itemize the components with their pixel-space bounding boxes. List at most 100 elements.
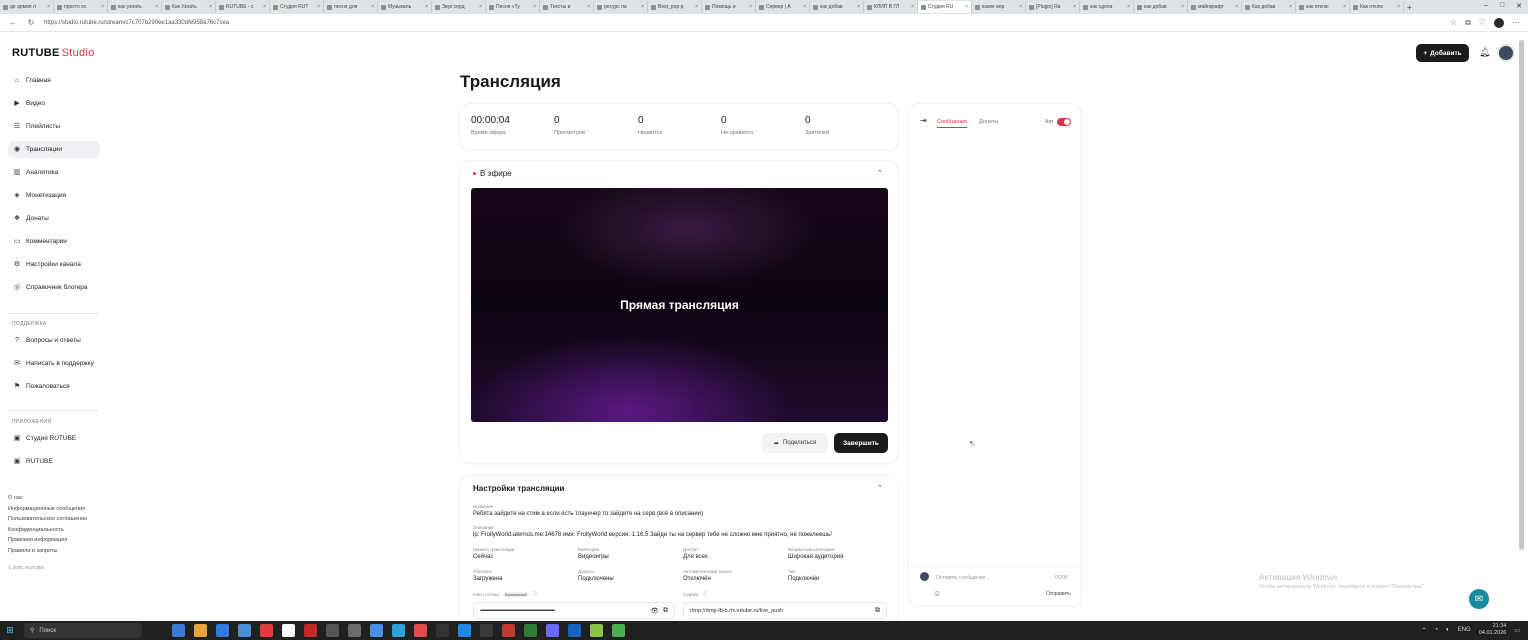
tab-close-icon[interactable]: × [1397, 4, 1400, 10]
close-window-icon[interactable]: ✕ [1516, 2, 1522, 10]
tab-close-icon[interactable]: × [803, 4, 806, 10]
tab-close-icon[interactable]: × [1235, 4, 1238, 10]
tab-close-icon[interactable]: × [587, 4, 590, 10]
clock[interactable]: 21:34 04.01.2026 [1479, 623, 1507, 637]
minimize-icon[interactable]: – [1484, 2, 1488, 10]
chat-toggle[interactable] [1057, 118, 1071, 126]
tab-close-icon[interactable]: × [911, 4, 914, 10]
browser-tab[interactable]: Студия RUT × [270, 1, 324, 13]
tab-donates[interactable]: Донаты [979, 119, 998, 125]
browser-tab[interactable]: [Plugin] Ra × [1026, 1, 1080, 13]
tab-close-icon[interactable]: × [1127, 4, 1130, 10]
taskbar-app-icon[interactable] [238, 624, 251, 637]
footer-link[interactable]: Пользовательское соглашение [8, 514, 87, 525]
browser-tab[interactable]: Музыкаль × [378, 1, 432, 13]
tab-close-icon[interactable]: × [965, 4, 968, 10]
maximize-icon[interactable]: □ [1500, 2, 1504, 10]
footer-link[interactable]: О нас [8, 493, 87, 504]
eye-icon[interactable]: 👁︎ [650, 607, 659, 615]
sidebar-item[interactable]: ⌂ Главная [8, 72, 100, 89]
taskbar-app-icon[interactable] [194, 624, 207, 637]
network-icon[interactable]: ◔ [1435, 627, 1439, 633]
tab-close-icon[interactable]: × [209, 4, 212, 10]
video-player[interactable]: Прямая трансляция [471, 188, 888, 422]
tab-close-icon[interactable]: × [263, 4, 266, 10]
taskbar-app-icon[interactable] [436, 624, 449, 637]
browser-tab[interactable]: де армия л × [0, 1, 54, 13]
favorites-icon[interactable]: ♡ [1479, 18, 1486, 27]
browser-tab[interactable]: просто ос × [54, 1, 108, 13]
taskbar-app-icon[interactable] [260, 624, 273, 637]
extensions-icon[interactable]: ⧉ [1465, 18, 1471, 28]
taskbar-app-icon[interactable] [392, 624, 405, 637]
url-input[interactable]: https://studio.rutube.ru/stream/c7c707b2… [44, 20, 1442, 26]
browser-tab[interactable]: Как отклю × [1350, 1, 1404, 13]
end-stream-button[interactable]: Завершить [834, 433, 888, 453]
browser-tab[interactable]: Тексты и × [540, 1, 594, 13]
tab-close-icon[interactable]: × [479, 4, 482, 10]
taskbar-app-icon[interactable] [568, 624, 581, 637]
taskbar-app-icon[interactable] [502, 624, 515, 637]
taskbar-search[interactable]: ⚲ Поиск [24, 623, 142, 638]
sidebar-item[interactable]: ✉ Написать в поддержку [8, 355, 100, 372]
reload-icon[interactable]: ↻ [26, 18, 36, 27]
volume-icon[interactable]: 🔈︎ [1446, 627, 1450, 634]
copy-icon[interactable]: ⧉ [663, 607, 668, 615]
sidebar-item[interactable]: ▣ Студия RUTUBE [8, 430, 100, 447]
footer-link[interactable]: Правила и запреты [8, 546, 87, 557]
sidebar-item[interactable]: ? Вопросы и ответы [8, 332, 100, 349]
windows-start-icon[interactable]: ⊞ [0, 625, 20, 636]
sidebar-item[interactable]: ◎ Справочник блогера [8, 279, 100, 296]
tab-close-icon[interactable]: × [371, 4, 374, 10]
taskbar-app-icon[interactable] [370, 624, 383, 637]
send-button[interactable]: Отправить [1046, 591, 1071, 597]
tab-close-icon[interactable]: × [155, 4, 158, 10]
page-scrollbar[interactable] [1519, 40, 1524, 550]
taskbar-app-icon[interactable] [414, 624, 427, 637]
tab-close-icon[interactable]: × [425, 4, 428, 10]
browser-tab[interactable]: как узнать × [108, 1, 162, 13]
tab-close-icon[interactable]: × [1289, 4, 1292, 10]
emoji-icon[interactable]: ☺ [933, 589, 941, 598]
browser-menu-icon[interactable]: ⋯ [1512, 18, 1520, 27]
browser-tab[interactable]: Студия RU × [918, 1, 972, 13]
taskbar-app-icon[interactable] [480, 624, 493, 637]
sidebar-item[interactable]: ⚑ Пожаловаться [8, 378, 100, 395]
browser-tab[interactable]: Сервер | А × [756, 1, 810, 13]
footer-link[interactable]: Конфиденциальность [8, 525, 87, 536]
sidebar-item[interactable]: ❖ Донаты [8, 210, 100, 227]
tab-close-icon[interactable]: × [1181, 4, 1184, 10]
tab-close-icon[interactable]: × [695, 4, 698, 10]
tab-close-icon[interactable]: × [533, 4, 536, 10]
back-icon[interactable]: ← [8, 18, 18, 27]
share-button[interactable]: ➦ Поделиться [762, 433, 828, 453]
browser-tab[interactable]: какие вер × [972, 1, 1026, 13]
stream-key-input[interactable]: ••••••••••••••••••••••••••••••••••••••••… [473, 602, 675, 619]
tab-close-icon[interactable]: × [1073, 4, 1076, 10]
tab-close-icon[interactable]: × [47, 4, 50, 10]
help-icon[interactable]: ⓘ [703, 591, 708, 597]
footer-link[interactable]: Правовая информация [8, 535, 87, 546]
chevron-up-icon[interactable]: ⌃ [877, 169, 883, 177]
browser-tab[interactable]: RUTUBE - с × [216, 1, 270, 13]
taskbar-app-icon[interactable] [348, 624, 361, 637]
browser-profile-avatar[interactable] [1494, 17, 1504, 28]
browser-tab[interactable]: Best_pop-p × [648, 1, 702, 13]
tab-close-icon[interactable]: × [317, 4, 320, 10]
browser-tab[interactable]: Звук серд × [432, 1, 486, 13]
browser-tab[interactable]: как добав × [1134, 1, 1188, 13]
browser-tab[interactable]: Как Узнать × [162, 1, 216, 13]
tray-chevron-icon[interactable]: ⌃ [1422, 627, 1427, 634]
tab-messages[interactable]: Сообщения [937, 119, 967, 125]
browser-tab[interactable]: как добав × [810, 1, 864, 13]
sidebar-item[interactable]: ⚙ Настройки канала [8, 256, 100, 273]
sidebar-item[interactable]: ▥ Аналитика [8, 164, 100, 181]
collapse-chat-icon[interactable]: ⇥ [920, 116, 927, 125]
browser-tab[interactable]: Песня «Ту × [486, 1, 540, 13]
notification-center-icon[interactable]: ▭ [1514, 627, 1520, 634]
tab-close-icon[interactable]: × [857, 4, 860, 10]
browser-tab[interactable]: Помощь и × [702, 1, 756, 13]
new-tab-icon[interactable]: + [1404, 1, 1418, 13]
language-indicator[interactable]: ENG [1458, 627, 1471, 633]
browser-tab[interactable]: как сдела × [1080, 1, 1134, 13]
